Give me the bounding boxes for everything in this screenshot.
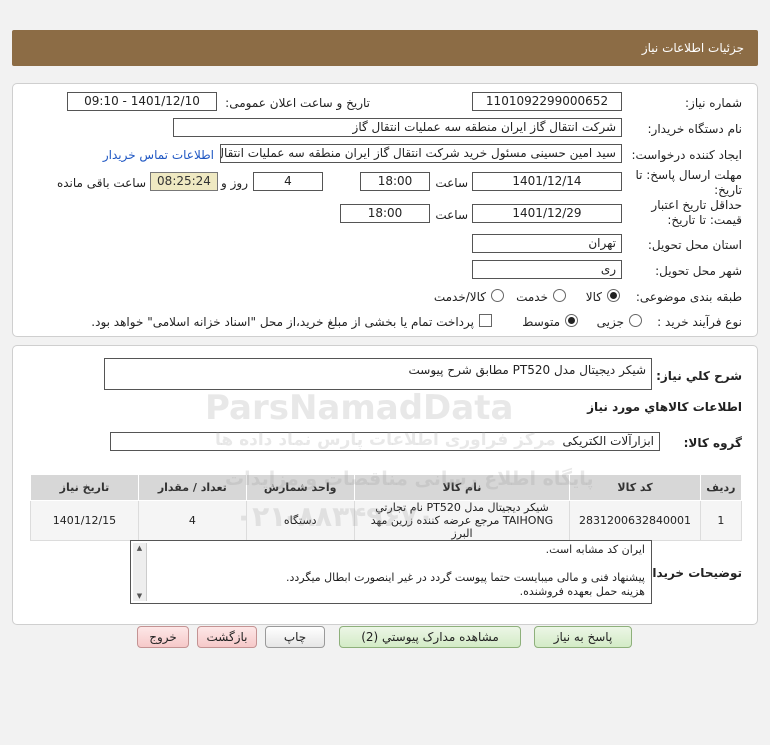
requester-field: سید امین حسینی مسئول خرید شرکت انتقال گا… [220,144,622,163]
page-title: جزئیات اطلاعات نیاز [641,41,744,55]
scroll-up-icon[interactable]: ▲ [133,543,146,553]
treasury-note: پرداخت تمام یا بخشی از مبلغ خرید،از محل … [91,315,474,329]
goods-table: ردیف کد کالا نام کالا واحد شمارش تعداد /… [30,474,743,541]
requester-label: ایجاد کننده درخواست: [631,148,742,162]
col-row: ردیف [699,474,743,501]
province-field: تهران [472,234,622,253]
process-radio-minor[interactable] [629,314,642,327]
process-option-medium: متوسط [522,315,560,329]
city-field: ری [472,260,622,279]
summary-label: شرح کلي نياز: [656,369,742,383]
col-code: کد کالا [569,474,701,501]
goods-table-header: ردیف کد کالا نام کالا واحد شمارش تعداد /… [30,474,743,501]
attachments-button[interactable]: مشاهده مدارک پیوستي (2) [339,626,521,648]
remaining-label: ساعت باقی مانده [56,176,146,190]
process-option-minor: جزیی [596,315,624,329]
category-option-goods: کالا [585,290,602,304]
treasury-checkbox[interactable] [479,314,492,327]
announce-label: تاریخ و ساعت اعلان عمومی: [225,96,370,110]
validity-label: حداقل تاریخ اعتبار قیمت: تا تاریخ: [651,198,742,227]
cell-row: 1 [699,500,743,541]
print-button[interactable]: چاپ [265,626,325,648]
validity-time-label: ساعت [435,208,468,222]
category-label: طبقه بندی موضوعی: [635,290,742,304]
col-name: نام کالا [353,474,571,501]
back-button[interactable]: بازگشت [197,626,257,648]
buyer-notes-line-3: پیشنهاد فنی و مالی میبایست حتما پیوست گر… [286,571,645,584]
reply-deadline-label: مهلت ارسال پاسخ: تا تاریخ: [635,168,742,197]
need-number-label: شماره نیاز: [685,96,742,110]
cell-code: 2831200632840001 [569,500,701,541]
goods-group-field: ابزارآلات الکتریکی [110,432,660,451]
col-date: تاریخ نیاز [30,474,139,501]
days-label: روز و [221,176,248,190]
process-label: نوع فرآیند خرید : [657,315,742,329]
reply-time-field: 18:00 [360,172,430,191]
buyer-contact-link[interactable]: اطلاعات تماس خریدار [103,148,214,162]
category-option-both: کالا/خدمت [433,290,486,304]
cell-qty: 4 [137,500,247,541]
col-unit: واحد شمارش [245,474,355,501]
buyer-org-field: شرکت انتقال گاز ایران منطقه سه عملیات ان… [173,118,622,137]
buyer-notes-box: ایران کد مشابه است. پیشنهاد فنی و مالی م… [130,540,652,604]
buyer-notes-line-2 [153,557,645,571]
process-radio-medium[interactable] [565,314,578,327]
goods-group-label: گروه کالا: [683,436,742,450]
announce-field: 1401/12/10 - 09:10 [67,92,217,111]
exit-button[interactable]: خروج [137,626,189,648]
cell-date: 1401/12/15 [30,500,139,541]
table-row: 1 2831200632840001 شیکر دیجیتال مدل PT52… [30,500,743,541]
need-number-field: 1101092299000652 [472,92,622,111]
province-label: استان محل تحویل: [647,238,742,252]
scroll-down-icon[interactable]: ▼ [133,591,146,601]
reply-date-field: 1401/12/14 [472,172,622,191]
category-radio-goods[interactable] [607,289,620,302]
category-option-service: خدمت [516,290,548,304]
col-qty: تعداد / مقدار [137,474,247,501]
category-radio-both[interactable] [491,289,504,302]
reply-time-label: ساعت [435,176,468,190]
buyer-notes-line-1: ایران کد مشابه است. [545,543,645,556]
category-radio-service[interactable] [553,289,566,302]
buyer-notes-label: توضیحات خریدار: [640,566,742,580]
city-label: شهر محل تحویل: [655,264,742,278]
buyer-org-label: نام دستگاه خریدار: [647,122,743,136]
summary-field: شیکر دیجیتال مدل PT520 مطابق شرح پیوست [104,358,652,390]
cell-unit: دستگاه [245,500,355,541]
validity-time-field: 18:00 [340,204,430,223]
validity-date-field: 1401/12/29 [472,204,622,223]
reply-button[interactable]: پاسخ به نیاز [534,626,632,648]
cell-name: شیکر دیجیتال مدل PT520 نام تجارتي TAIHON… [353,500,571,541]
remaining-time-field: 08:25:24 [150,172,218,191]
buyer-notes-scrollbar[interactable]: ▲ ▼ [133,543,147,601]
goods-section-title: اطلاعات کالاهاي مورد نياز [587,400,742,414]
buyer-notes-line-4: هزینه حمل بعهده فروشنده. [519,585,645,598]
days-field: 4 [253,172,323,191]
page-header: جزئیات اطلاعات نیاز [12,30,758,66]
